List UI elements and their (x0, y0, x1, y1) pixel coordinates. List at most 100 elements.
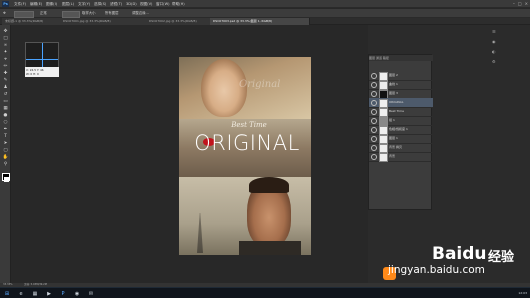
layer-label: 背景 拷贝 (389, 145, 402, 149)
tab-doc-3[interactable]: DSC07002.jpg @ 33.3%(RGB/8) (146, 18, 212, 25)
tab-doc-active[interactable]: DSC07003.psd @ 33.3%(图层 1, RGB/8) (210, 18, 310, 25)
gradient-tool-icon[interactable]: ▦ (2, 105, 9, 111)
baidu-jingyan-label: 经验 (488, 250, 515, 265)
menu-select[interactable]: 选择(S) (94, 1, 106, 7)
layer-label: 曲线 1 (389, 82, 398, 86)
photoshop-taskbar-icon[interactable]: P (58, 289, 68, 298)
clock: 12:03 (518, 291, 527, 295)
info-readout: X: 24.5 Y: 46 W: 0 H: 0 (25, 67, 59, 77)
options-bar: ✥ 正常 取样大小 所有图层 调整边缘... (0, 9, 530, 18)
photo-woman: Original (179, 57, 311, 119)
tab-doc-1[interactable]: 未标题-1 @ 33.3%(RGB/8) (2, 18, 62, 25)
document-canvas[interactable]: Original Best Time ORIGINAL (179, 57, 311, 255)
layers-panel: 图层 通道 路径 图层 2 曲线 1 图层 3 ORIGINAL Best Ti… (368, 54, 433, 210)
zoom-tool-icon[interactable]: ⚲ (2, 161, 9, 167)
layer-label: Best Time (389, 109, 404, 113)
history-panel-icon[interactable]: ☰ (492, 29, 496, 34)
move-tool-icon[interactable]: ✥ (2, 28, 9, 34)
adjustments-panel-icon[interactable]: ◐ (492, 49, 496, 54)
maximize-icon[interactable]: □ (518, 1, 522, 7)
eye-icon[interactable] (371, 100, 377, 106)
eye-icon[interactable] (371, 91, 377, 97)
layer-label: 图层 3 (389, 91, 398, 95)
ie-icon[interactable]: e (16, 289, 26, 298)
right-panel-icons: ☰ ◉ ◐ ⚙ (490, 25, 500, 135)
properties-panel-icon[interactable]: ⚙ (492, 59, 496, 64)
menu-file[interactable]: 文件(F) (14, 1, 26, 7)
eye-icon[interactable] (371, 118, 377, 124)
blur-tool-icon[interactable]: ● (2, 112, 9, 118)
baidu-watermark: Baidu 经验 jingyan.baidu.com (388, 244, 528, 284)
menu-bar: Ps 文件(F) 编辑(E) 图像(I) 图层(L) 文字(Y) 选择(S) 滤… (0, 0, 530, 8)
media-icon[interactable]: ▶ (44, 289, 54, 298)
menu-filter[interactable]: 滤镜(T) (110, 1, 122, 7)
layer-label: 图层 2 (389, 73, 398, 77)
eye-icon[interactable] (371, 73, 377, 79)
eyedropper-tool-icon[interactable]: ✏ (2, 63, 9, 69)
stamp-tool-icon[interactable]: ♟ (2, 84, 9, 90)
eiffel-tower-graphic (197, 213, 203, 253)
eye-icon[interactable] (371, 154, 377, 160)
baidu-url: jingyan.baidu.com (388, 264, 485, 276)
menu-3d[interactable]: 3D(D) (126, 1, 137, 7)
eye-icon[interactable] (371, 82, 377, 88)
quick-select-tool-icon[interactable]: ✦ (2, 49, 9, 55)
script-title: Best Time (231, 121, 267, 129)
hand-tool-icon[interactable]: ✋ (2, 154, 9, 160)
eraser-tool-icon[interactable]: ▭ (2, 98, 9, 104)
document-tabs: 未标题-1 @ 33.3%(RGB/8) DSC07001.jpg @ 33.3… (0, 18, 530, 25)
pen-tool-icon[interactable]: ✒ (2, 126, 9, 132)
baidu-logo: Baidu (432, 244, 487, 264)
layer-label: ORIGINAL (389, 100, 404, 104)
layers-panel-tabs[interactable]: 图层 通道 路径 (369, 55, 433, 61)
menu-edit[interactable]: 编辑(E) (30, 1, 42, 7)
crop-tool-icon[interactable]: ⌖ (2, 56, 9, 62)
layer-label: 色相/饱和度 1 (389, 127, 408, 131)
photo-man (179, 177, 311, 255)
menu-view[interactable]: 视图(V) (140, 1, 152, 7)
info-line-2: W: 0 H: 0 (26, 72, 39, 76)
photo-watermark: Original (239, 79, 281, 90)
start-icon[interactable]: ⊞ (2, 289, 12, 298)
menu-window[interactable]: 窗口(W) (156, 1, 170, 7)
folder-icon[interactable]: ▦ (30, 289, 40, 298)
shape-tool-icon[interactable]: ▢ (2, 147, 9, 153)
menu-help[interactable]: 帮助(H) (172, 1, 185, 7)
move-tool-icon[interactable]: ✥ (3, 10, 6, 17)
chat-icon[interactable]: ✉ (86, 289, 96, 298)
menu-type[interactable]: 文字(Y) (78, 1, 90, 7)
marquee-tool-icon[interactable]: □ (2, 35, 9, 41)
eye-icon[interactable] (371, 136, 377, 142)
blend-label: 正常 (40, 11, 47, 15)
photo-landscape: Best Time ORIGINAL (179, 119, 311, 177)
blend-select[interactable] (14, 11, 34, 18)
dodge-tool-icon[interactable]: ○ (2, 119, 9, 125)
taskbar: ⊞ e ▦ ▶ P ◉ ✉ 12:03 (0, 287, 530, 298)
menu-layer[interactable]: 图层(L) (62, 1, 74, 7)
mode-label[interactable]: 所有图层 (105, 10, 119, 17)
tab-doc-2[interactable]: DSC07001.jpg @ 33.3%(RGB/8) (60, 18, 148, 25)
close-icon[interactable]: × (525, 1, 528, 7)
history-brush-icon[interactable]: ↺ (2, 91, 9, 97)
sample-select[interactable] (62, 11, 80, 18)
menu-image[interactable]: 图像(I) (46, 1, 57, 7)
healing-tool-icon[interactable]: ✚ (2, 70, 9, 76)
eye-icon[interactable] (371, 109, 377, 115)
brush-tool-icon[interactable]: ✎ (2, 77, 9, 83)
window-controls: – □ × (513, 1, 528, 7)
sample-label: 取样大小 (82, 11, 96, 15)
path-select-tool-icon[interactable]: ➤ (2, 140, 9, 146)
eye-icon[interactable] (371, 145, 377, 151)
layer-label: 图层 1 (389, 136, 398, 140)
color-panel-icon[interactable]: ◉ (492, 39, 496, 44)
browser-icon[interactable]: ◉ (72, 289, 82, 298)
layer-row[interactable]: 背景 (369, 152, 433, 162)
minimize-icon[interactable]: – (513, 1, 515, 7)
photoshop-logo: Ps (2, 1, 9, 7)
type-tool-icon[interactable]: T (2, 133, 9, 139)
lasso-tool-icon[interactable]: ∞ (2, 42, 9, 48)
man-collar (239, 241, 301, 255)
eye-icon[interactable] (371, 127, 377, 133)
background-color-swatch[interactable] (4, 177, 9, 182)
refine-edge-button[interactable]: 调整边缘... (132, 10, 149, 17)
